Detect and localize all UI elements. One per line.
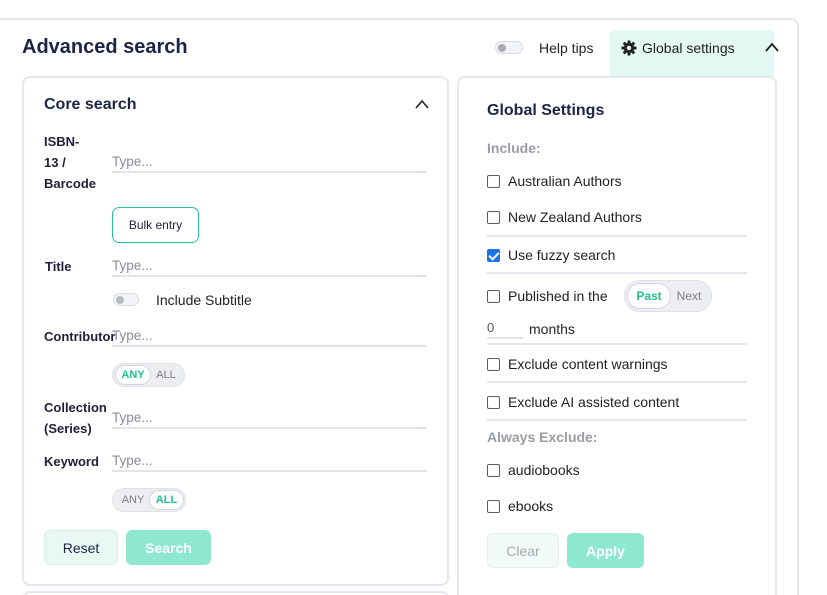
isbn-label-line: Barcode xyxy=(44,176,97,191)
audiobooks-checkbox[interactable] xyxy=(487,464,500,477)
clear-button[interactable]: Clear xyxy=(487,533,559,568)
ebooks-checkbox[interactable] xyxy=(487,500,500,513)
match-all-option[interactable]: ALL xyxy=(150,366,182,384)
isbn-label-line: ISBN- xyxy=(44,134,80,149)
isbn-input[interactable] xyxy=(112,151,427,173)
chevron-up-icon[interactable] xyxy=(764,40,780,54)
include-subtitle-label: Include Subtitle xyxy=(156,292,252,308)
reset-button[interactable]: Reset xyxy=(44,530,118,565)
chevron-up-icon[interactable] xyxy=(414,98,430,110)
include-subtitle-toggle[interactable] xyxy=(113,293,139,306)
apply-button[interactable]: Apply xyxy=(567,533,644,568)
next-option[interactable]: Next xyxy=(670,284,708,308)
search-button[interactable]: Search xyxy=(126,530,211,565)
toggle-knob xyxy=(498,44,506,52)
collection-label: Collection (Series) xyxy=(44,397,107,439)
toggle-knob xyxy=(116,296,124,304)
core-search-title: Core search xyxy=(44,96,137,113)
collection-label-line: Collection xyxy=(44,400,107,415)
new-zealand-authors-checkbox[interactable] xyxy=(487,211,500,224)
content-warnings-label: Exclude content warnings xyxy=(508,356,668,372)
contributor-input[interactable] xyxy=(112,325,427,347)
match-all-option[interactable]: ALL xyxy=(150,491,183,509)
match-any-option[interactable]: ANY xyxy=(116,491,150,509)
australian-authors-checkbox[interactable] xyxy=(487,175,500,188)
collection-input[interactable] xyxy=(112,407,427,429)
divider xyxy=(487,419,747,421)
global-settings-title: Global Settings xyxy=(487,102,605,119)
match-any-option[interactable]: ANY xyxy=(116,366,150,384)
divider xyxy=(487,272,747,274)
fuzzy-search-checkbox[interactable] xyxy=(487,249,500,262)
australian-authors-label: Australian Authors xyxy=(508,173,622,189)
months-label: months xyxy=(529,321,575,337)
content-warnings-checkbox[interactable] xyxy=(487,358,500,371)
audiobooks-label: audiobooks xyxy=(508,462,580,478)
keyword-input[interactable] xyxy=(112,450,427,472)
new-zealand-authors-label: New Zealand Authors xyxy=(508,209,642,225)
ai-content-checkbox[interactable] xyxy=(487,396,500,409)
past-next-toggle: Past Next xyxy=(624,280,712,312)
include-heading: Include: xyxy=(487,140,541,156)
bulk-entry-button[interactable]: Bulk entry xyxy=(112,207,199,243)
divider xyxy=(487,343,747,345)
keyword-label: Keyword xyxy=(44,454,99,469)
divider xyxy=(487,235,747,237)
tab-global-settings-label: Global settings xyxy=(642,40,735,56)
help-tips-label: Help tips xyxy=(539,40,594,56)
published-in-label: Published in the xyxy=(508,288,608,304)
always-exclude-heading: Always Exclude: xyxy=(487,429,598,445)
published-in-checkbox[interactable] xyxy=(487,290,500,303)
next-panel-edge xyxy=(22,591,449,595)
page-title: Advanced search xyxy=(22,36,188,58)
help-tips-toggle[interactable] xyxy=(495,41,523,54)
title-label: Title xyxy=(45,259,72,274)
keyword-match-toggle: ANY ALL xyxy=(112,488,186,512)
ai-content-label: Exclude AI assisted content xyxy=(508,394,680,410)
collection-label-line: (Series) xyxy=(44,421,92,436)
divider xyxy=(487,381,747,383)
contributor-label: Contributor xyxy=(44,329,116,344)
isbn-label-line: 13 / xyxy=(44,155,66,170)
months-input[interactable] xyxy=(487,317,523,339)
fuzzy-search-label: Use fuzzy search xyxy=(508,247,616,263)
isbn-label: ISBN- 13 / Barcode xyxy=(44,131,96,194)
past-option[interactable]: Past xyxy=(628,284,670,308)
gear-icon xyxy=(621,40,637,56)
contributor-match-toggle: ANY ALL xyxy=(112,363,185,387)
tab-global-settings[interactable]: Global settings xyxy=(610,30,774,77)
ebooks-label: ebooks xyxy=(508,498,554,514)
title-input[interactable] xyxy=(112,255,427,277)
